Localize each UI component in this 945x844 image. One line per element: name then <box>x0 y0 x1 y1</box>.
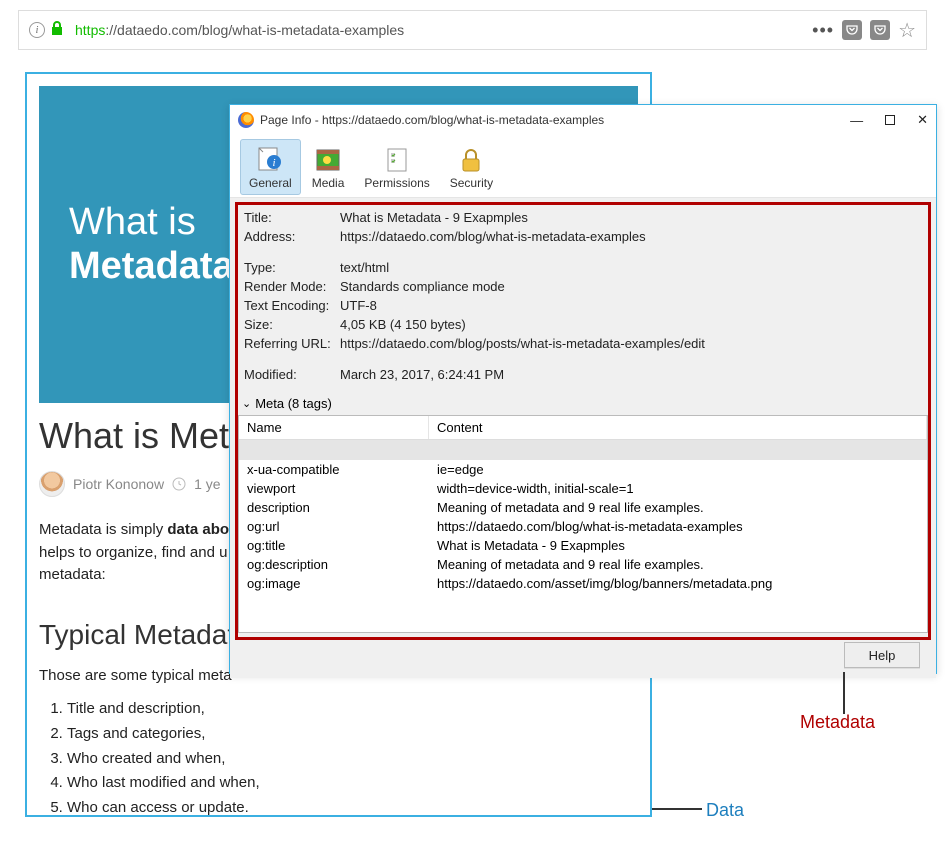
page-actions-menu-icon[interactable]: ••• <box>812 20 834 41</box>
value-title: What is Metadata - 9 Exapmples <box>340 210 922 225</box>
browser-address-bar: i https://dataedo.com/blog/what-is-metad… <box>18 10 927 50</box>
url-text[interactable]: https://dataedo.com/blog/what-is-metadat… <box>75 22 404 38</box>
value-encoding: UTF-8 <box>340 298 922 313</box>
list-item: Who can access or update. <box>67 796 638 821</box>
info-grid: Title: What is Metadata - 9 Exapmples Ad… <box>238 208 928 246</box>
data-label: Data <box>706 800 744 821</box>
permissions-icon <box>381 144 413 176</box>
close-button[interactable]: ✕ <box>917 112 928 128</box>
author-name[interactable]: Piotr Kononow <box>73 476 164 492</box>
tab-security[interactable]: Security <box>441 139 502 195</box>
firefox-icon <box>238 112 254 128</box>
list-item: Title and description, <box>67 697 638 722</box>
list-item: Who created and when, <box>67 747 638 772</box>
window-title: Page Info - https://dataedo.com/blog/wha… <box>260 113 604 127</box>
maximize-button[interactable] <box>885 113 895 128</box>
list-item: Who last modified and when, <box>67 771 638 796</box>
value-modified: March 23, 2017, 6:24:41 PM <box>340 367 922 382</box>
meta-row[interactable]: x-ua-compatibleie=edge <box>239 460 927 479</box>
list-item: Tags and categories, <box>67 722 638 747</box>
value-address: https://dataedo.com/blog/what-is-metadat… <box>340 229 922 244</box>
banner-text: What isMetadata <box>69 201 234 288</box>
label-encoding: Text Encoding: <box>244 298 340 313</box>
meta-row[interactable]: og:imagehttps://dataedo.com/asset/img/bl… <box>239 574 927 593</box>
meta-row[interactable]: viewportwidth=device-width, initial-scal… <box>239 479 927 498</box>
pocket-icon-2[interactable] <box>870 20 890 40</box>
label-type: Type: <box>244 260 340 275</box>
meta-row-selected[interactable] <box>239 440 927 460</box>
page-info-window: Page Info - https://dataedo.com/blog/wha… <box>229 104 937 674</box>
meta-row[interactable]: og:urlhttps://dataedo.com/blog/what-is-m… <box>239 517 927 536</box>
media-icon <box>312 144 344 176</box>
pocket-icon[interactable] <box>842 20 862 40</box>
minimize-button[interactable]: — <box>850 113 863 128</box>
meta-row[interactable]: descriptionMeaning of metadata and 9 rea… <box>239 498 927 517</box>
chevron-down-icon: ⌄ <box>242 397 251 410</box>
col-name[interactable]: Name <box>239 416 429 439</box>
pageinfo-body: Title: What is Metadata - 9 Exapmples Ad… <box>230 198 936 678</box>
pageinfo-toolbar: i General Media Permissions Security <box>230 135 936 198</box>
info-grid-2: Type: text/html Render Mode: Standards c… <box>238 258 928 353</box>
meta-row[interactable]: og:descriptionMeaning of metadata and 9 … <box>239 555 927 574</box>
clock-icon <box>172 477 186 491</box>
site-identity[interactable]: i https://dataedo.com/blog/what-is-metad… <box>29 21 404 40</box>
meta-row[interactable]: og:titleWhat is Metadata - 9 Exapmples <box>239 536 927 555</box>
tab-general[interactable]: i General <box>240 139 301 195</box>
publish-time: 1 ye <box>194 476 220 492</box>
label-size: Size: <box>244 317 340 332</box>
meta-table[interactable]: Name Content x-ua-compatibleie=edgeviewp… <box>238 415 928 633</box>
meta-toggle[interactable]: ⌄ Meta (8 tags) <box>242 396 928 411</box>
label-modified: Modified: <box>244 367 340 382</box>
metadata-connector-line <box>843 672 845 714</box>
value-render: Standards compliance mode <box>340 279 922 294</box>
value-type: text/html <box>340 260 922 275</box>
tab-permissions[interactable]: Permissions <box>355 139 438 195</box>
value-size: 4,05 KB (4 150 bytes) <box>340 317 922 332</box>
label-title: Title: <box>244 210 340 225</box>
info-icon: i <box>29 22 45 38</box>
help-button[interactable]: Help <box>844 642 920 668</box>
data-connector-line <box>652 808 702 810</box>
col-content[interactable]: Content <box>429 416 927 439</box>
svg-text:i: i <box>273 157 276 169</box>
label-referrer: Referring URL: <box>244 336 340 351</box>
lock-icon <box>51 21 63 40</box>
value-referrer: https://dataedo.com/blog/posts/what-is-m… <box>340 336 922 351</box>
tab-media[interactable]: Media <box>303 139 354 195</box>
bookmark-star-icon[interactable]: ☆ <box>898 18 916 43</box>
avatar <box>39 471 65 497</box>
metadata-list: Title and description,Tags and categorie… <box>67 697 638 821</box>
security-icon <box>455 144 487 176</box>
label-address: Address: <box>244 229 340 244</box>
info-grid-3: Modified: March 23, 2017, 6:24:41 PM <box>238 365 928 384</box>
meta-table-header[interactable]: Name Content <box>239 416 927 440</box>
label-render: Render Mode: <box>244 279 340 294</box>
general-icon: i <box>254 144 286 176</box>
metadata-label: Metadata <box>800 712 875 733</box>
window-titlebar[interactable]: Page Info - https://dataedo.com/blog/wha… <box>230 105 936 135</box>
